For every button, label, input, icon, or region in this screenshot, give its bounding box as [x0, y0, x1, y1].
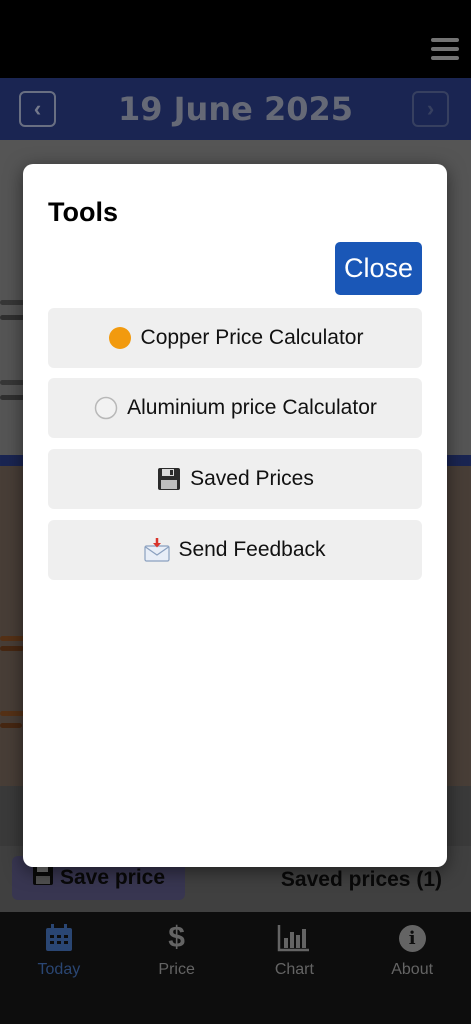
white-circle-icon: [93, 395, 119, 421]
send-feedback-button[interactable]: Send Feedback: [48, 520, 422, 580]
copper-calculator-label: Copper Price Calculator: [140, 326, 364, 349]
envelope-arrow-icon: [144, 537, 171, 563]
aluminium-calculator-button[interactable]: Aluminium price Calculator: [48, 378, 422, 438]
close-button[interactable]: Close: [335, 242, 422, 295]
saved-prices-button[interactable]: Saved Prices: [48, 449, 422, 509]
orange-circle-icon: [107, 325, 133, 351]
aluminium-calculator-label: Aluminium price Calculator: [127, 396, 377, 419]
dialog-title: Tools: [48, 197, 118, 227]
copper-calculator-button[interactable]: Copper Price Calculator: [48, 308, 422, 368]
saved-prices-label: Saved Prices: [190, 467, 314, 490]
send-feedback-label: Send Feedback: [178, 538, 326, 561]
floppy-disk-icon: [156, 466, 182, 492]
tools-dialog: Tools Close Copper Price Calculator Alum…: [23, 164, 447, 867]
